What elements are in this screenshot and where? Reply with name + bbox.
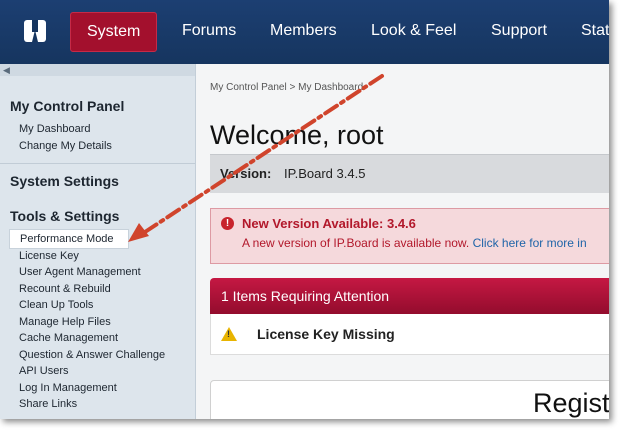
- attention-item-label[interactable]: License Key Missing: [257, 326, 395, 342]
- sidebar-heading-my-control-panel[interactable]: My Control Panel: [10, 98, 124, 114]
- breadcrumb-current[interactable]: My Dashboard: [298, 82, 363, 93]
- alert-body: A new version of IP.Board is available n…: [242, 236, 587, 250]
- attention-title: 1 Items Requiring Attention: [221, 288, 390, 304]
- sidebar-item-user-agent-management[interactable]: User Agent Management: [19, 266, 141, 278]
- sidebar-divider: [0, 163, 195, 164]
- sidebar-item-manage-help-files[interactable]: Manage Help Files: [19, 316, 111, 328]
- sidebar-item-change-my-details[interactable]: Change My Details: [19, 140, 112, 152]
- sidebar-heading-tools-settings[interactable]: Tools & Settings: [10, 208, 119, 224]
- warning-icon: [221, 327, 237, 341]
- collapse-arrow-icon[interactable]: ◀: [3, 65, 10, 76]
- sidebar-collapse-strip[interactable]: ◀: [0, 64, 195, 76]
- sidebar-item-log-in-management[interactable]: Log In Management: [19, 382, 117, 394]
- top-navigation: System Forums Members Look & Feel Suppor…: [0, 0, 609, 64]
- attention-item[interactable]: License Key Missing: [210, 314, 609, 355]
- tab-support[interactable]: Support: [491, 12, 547, 50]
- page-title: Welcome, root: [210, 120, 384, 150]
- tab-look-and-feel[interactable]: Look & Feel: [371, 12, 456, 50]
- alert-title: New Version Available: 3.4.6: [242, 216, 416, 231]
- sidebar-item-api-users[interactable]: API Users: [19, 365, 69, 377]
- tab-forums[interactable]: Forums: [182, 12, 236, 50]
- tab-system[interactable]: System: [70, 12, 158, 52]
- register-panel: Regist: [210, 380, 609, 419]
- sidebar-item-cache-management[interactable]: Cache Management: [19, 332, 118, 344]
- sidebar-item-license-key[interactable]: License Key: [19, 250, 79, 262]
- breadcrumb-separator: >: [289, 82, 296, 93]
- tab-stats[interactable]: Stat: [581, 12, 609, 50]
- breadcrumb-root[interactable]: My Control Panel: [210, 82, 287, 93]
- sidebar-heading-system-settings[interactable]: System Settings: [10, 173, 119, 189]
- sidebar-item-share-links[interactable]: Share Links: [19, 398, 77, 410]
- attention-header: 1 Items Requiring Attention: [210, 278, 609, 314]
- sidebar-item-clean-up-tools[interactable]: Clean Up Tools: [19, 299, 93, 311]
- sidebar-item-question-answer-challenge[interactable]: Question & Answer Challenge: [19, 349, 165, 361]
- error-icon: !: [221, 217, 234, 230]
- main-content: My Control Panel > My Dashboard Welcome,…: [196, 64, 609, 419]
- sidebar-item-recount-rebuild[interactable]: Recount & Rebuild: [19, 283, 111, 295]
- alert-text: A new version of IP.Board is available n…: [242, 236, 470, 250]
- sidebar-item-my-dashboard[interactable]: My Dashboard: [19, 123, 91, 135]
- app-window: System Forums Members Look & Feel Suppor…: [0, 0, 609, 419]
- alert-link[interactable]: Click here for more in: [473, 236, 587, 250]
- version-label: Version:: [220, 166, 272, 181]
- sidebar-item-performance-mode[interactable]: Performance Mode: [9, 229, 129, 249]
- version-bar: Version: IP.Board 3.4.5: [210, 154, 609, 193]
- tab-members[interactable]: Members: [270, 12, 337, 50]
- breadcrumb: My Control Panel > My Dashboard: [210, 82, 363, 93]
- ipb-logo-icon[interactable]: [24, 20, 46, 42]
- register-title: Regist: [533, 388, 609, 418]
- sidebar: ◀ My Control Panel My Dashboard Change M…: [0, 64, 196, 419]
- version-value: IP.Board 3.4.5: [284, 166, 366, 181]
- new-version-alert: ! New Version Available: 3.4.6 A new ver…: [210, 208, 609, 264]
